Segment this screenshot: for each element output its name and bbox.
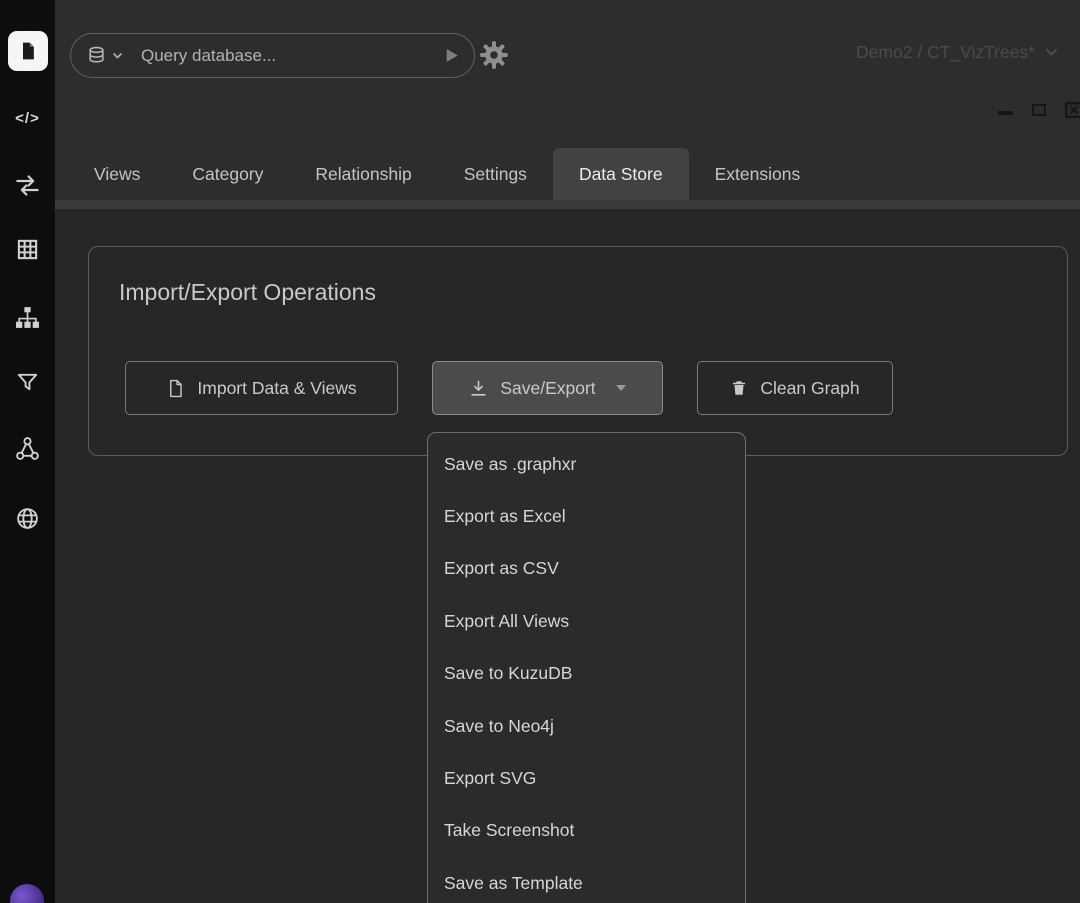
menu-item-export-svg[interactable]: Export SVG — [428, 752, 745, 804]
run-query-button[interactable] — [443, 47, 460, 64]
minimize-icon[interactable] — [998, 105, 1013, 115]
geo-panel-button[interactable] — [0, 498, 55, 538]
code-panel-button[interactable]: </> — [0, 98, 55, 138]
table-icon — [16, 238, 39, 261]
transform-panel-button[interactable] — [0, 165, 55, 205]
graphxr-window: </> — [0, 0, 1080, 903]
dropdown-caret-icon — [616, 385, 626, 391]
globe-icon — [15, 506, 40, 531]
tab-divider — [55, 200, 1080, 209]
menu-item-take-screenshot[interactable]: Take Screenshot — [428, 805, 745, 857]
import-export-card: Import/Export Operations Import Data & V… — [88, 246, 1068, 456]
menu-item-save-template[interactable]: Save as Template — [428, 857, 745, 903]
window-controls — [998, 102, 1080, 118]
clean-graph-button[interactable]: Clean Graph — [697, 361, 893, 415]
chevron-down-icon — [1045, 48, 1058, 57]
save-export-button[interactable]: Save/Export — [432, 361, 663, 415]
left-toolbar: </> — [0, 0, 55, 903]
play-icon — [443, 47, 460, 64]
project-selector[interactable]: Demo2 / CT_VizTrees* — [856, 42, 1058, 63]
close-icon[interactable] — [1065, 102, 1080, 118]
tab-bar: Views Category Relationship Settings Dat… — [55, 148, 1080, 200]
query-input[interactable] — [141, 46, 443, 66]
menu-item-export-views[interactable]: Export All Views — [428, 595, 745, 647]
project-document-button[interactable] — [8, 31, 48, 71]
maximize-icon[interactable] — [1032, 104, 1046, 116]
database-icon — [87, 46, 106, 65]
download-icon — [469, 379, 488, 398]
settings-gear-button[interactable] — [479, 40, 511, 72]
import-data-views-button[interactable]: Import Data & Views — [125, 361, 398, 415]
document-icon — [18, 41, 38, 61]
file-icon — [166, 379, 185, 398]
menu-item-save-neo4j[interactable]: Save to Neo4j — [428, 700, 745, 752]
code-icon: </> — [15, 110, 40, 127]
network-graph-icon — [15, 436, 40, 461]
data-store-panel: Import/Export Operations Import Data & V… — [55, 209, 1080, 903]
app-logo[interactable] — [10, 884, 44, 903]
gear-icon — [479, 40, 511, 70]
chevron-down-icon — [112, 52, 123, 60]
tab-data-store[interactable]: Data Store — [553, 148, 689, 200]
menu-item-save-kuzudb[interactable]: Save to KuzuDB — [428, 648, 745, 700]
top-bar: Demo2 / CT_VizTrees* — [55, 0, 1080, 148]
trash-icon — [730, 379, 748, 397]
query-bar[interactable] — [70, 33, 475, 78]
table-panel-button[interactable] — [0, 229, 55, 269]
menu-item-export-excel[interactable]: Export as Excel — [428, 490, 745, 542]
tab-category[interactable]: Category — [166, 148, 289, 200]
section-title: Import/Export Operations — [119, 279, 376, 306]
graph-panel-button[interactable] — [0, 428, 55, 468]
database-selector[interactable] — [87, 46, 123, 65]
hierarchy-panel-button[interactable] — [0, 297, 55, 337]
hierarchy-icon — [15, 305, 40, 330]
menu-item-save-graphxr[interactable]: Save as .graphxr — [428, 438, 745, 490]
swap-arrows-icon — [14, 172, 41, 199]
menu-item-export-csv[interactable]: Export as CSV — [428, 543, 745, 595]
tab-settings[interactable]: Settings — [438, 148, 553, 200]
tab-views[interactable]: Views — [68, 148, 166, 200]
filter-panel-button[interactable] — [0, 362, 55, 402]
project-name: Demo2 / CT_VizTrees* — [856, 42, 1035, 63]
tab-relationship[interactable]: Relationship — [289, 148, 437, 200]
save-export-menu: Save as .graphxr Export as Excel Export … — [427, 432, 746, 903]
filter-icon — [16, 371, 39, 394]
tab-extensions[interactable]: Extensions — [689, 148, 827, 200]
